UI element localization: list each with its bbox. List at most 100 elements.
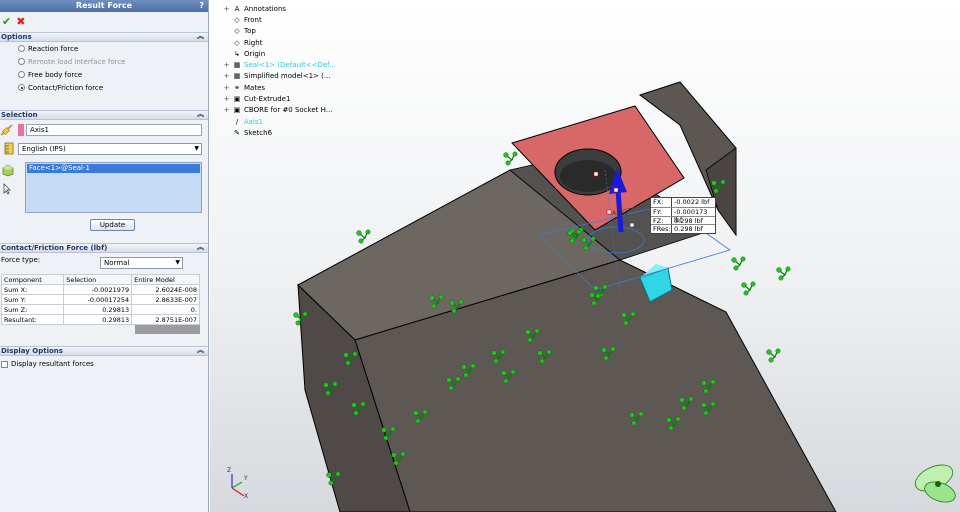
tree-item[interactable]: + ▣ Cut-Extrude1 <box>223 93 336 104</box>
option-radio-row[interactable]: Contact/Friction force <box>0 81 208 94</box>
expand-icon[interactable]: + <box>223 61 230 69</box>
entire-model-value-cell: 0. <box>131 304 200 315</box>
tree-item[interactable]: ✎ Sketch6 <box>223 127 336 138</box>
expand-icon[interactable]: + <box>223 84 230 92</box>
display-resultant-checkbox[interactable] <box>1 360 8 368</box>
handle-square[interactable] <box>593 171 599 177</box>
tree-item-label: Right <box>244 38 263 47</box>
feature-icon: ⚭ <box>234 83 240 92</box>
feature-icon: A <box>234 4 240 13</box>
handle-square[interactable] <box>613 187 619 193</box>
tree-item[interactable]: ↳ Origin <box>223 48 336 59</box>
selection-value-cell: 0.29813 <box>63 314 133 325</box>
tree-item-label: CBORE for #0 Socket H... <box>244 106 333 115</box>
triad-y-label: Y <box>243 475 248 482</box>
fixture-arrow-icon <box>503 151 518 166</box>
callout-row: FY: -0.000173 lbf <box>651 206 715 224</box>
option-radio[interactable] <box>18 71 25 78</box>
expand-icon[interactable]: + <box>223 106 230 114</box>
table-row: Sum Y: -0.00017254 2.8633E-007 <box>0 294 200 305</box>
units-select-value: English (IPS) <box>22 145 66 153</box>
feature-icon: ◇ <box>234 15 240 24</box>
chevron-up-icon[interactable]: ︽ <box>197 32 204 41</box>
expand-icon[interactable]: + <box>223 95 230 103</box>
panel-title-bar: Result Force ? <box>0 0 208 12</box>
force-callout: FX: -0.0022 lbf FY: -0.000173 lbf FZ: 0.298 l… <box>650 197 716 235</box>
table-row: Resultant: 0.29813 2.8751E-007 <box>0 314 200 325</box>
entire-model-value-cell: 2.8751E-007 <box>131 314 200 325</box>
seal-hole-inner <box>560 160 616 192</box>
selected-faces-list[interactable]: Face<1>@Seal-1 <box>25 162 202 213</box>
tree-item-label: Front <box>244 15 262 24</box>
tree-item-label: Cut-Extrude1 <box>244 95 291 104</box>
callout-key: FZ: <box>653 216 664 225</box>
option-radio[interactable] <box>18 84 25 91</box>
chevron-down-icon: ▼ <box>175 259 180 266</box>
face-list-item[interactable]: Face<1>@Seal-1 <box>27 164 200 173</box>
tree-item[interactable]: + ▣ CBORE for #0 Socket H... <box>223 105 336 116</box>
options-header-label: Options <box>1 33 32 41</box>
axis-field[interactable]: Axis1 <box>26 124 202 136</box>
panel-title: Result Force <box>75 1 133 10</box>
triad-x-axis <box>231 487 245 497</box>
display-resultant-label: Display resultant forces <box>11 360 94 368</box>
feature-icon: ◇ <box>234 27 240 36</box>
tree-item[interactable]: + ▦ Seal<1> (Default<<Def... <box>223 59 336 70</box>
tree-item[interactable]: / Axis1 <box>223 116 336 127</box>
tree-item[interactable]: ◇ Top <box>223 26 336 37</box>
force-type-select[interactable]: Normal ▼ <box>100 257 183 269</box>
handle-square[interactable] <box>629 222 635 228</box>
feature-icon: ▣ <box>233 95 241 104</box>
triad-y-axis <box>231 481 243 489</box>
selection-group-header[interactable]: Selection ︽ <box>0 110 208 120</box>
component-cell: Sum X: <box>0 284 65 295</box>
units-select[interactable]: English (IPS) ▼ <box>18 143 202 155</box>
option-label: Remote load interface force <box>28 57 126 66</box>
tree-item-label: Mates <box>244 83 266 92</box>
entire-model-value-cell: 2.6024E-008 <box>131 284 200 295</box>
display-resultant-row[interactable]: Display resultant forces <box>1 360 94 368</box>
callout-value: -0.0022 lbf <box>671 198 715 207</box>
graphics-viewport[interactable]: Z Y X Axis1 + A Annotations ◇ Front ◇ Top ◇ Righ… <box>210 0 960 512</box>
update-button[interactable]: Update <box>90 219 135 231</box>
feature-tree: + A Annotations ◇ Front ◇ Top ◇ Right ↳ Origin + ▦ Se… <box>223 3 336 139</box>
chevron-up-icon[interactable]: ︽ <box>197 346 204 355</box>
feature-icon: ◇ <box>234 38 240 47</box>
feature-icon: ▣ <box>233 106 241 115</box>
fixture-arrow-icon <box>356 229 371 244</box>
expand-icon[interactable]: + <box>223 72 230 80</box>
selection-value-cell: 0.29813 <box>63 304 133 315</box>
tree-item[interactable]: + ⚭ Mates <box>223 82 336 93</box>
tree-item[interactable]: ◇ Right <box>223 37 336 48</box>
chevron-up-icon[interactable]: ︽ <box>197 110 204 119</box>
option-radio[interactable] <box>18 45 25 52</box>
callout-value: 0.298 lbf <box>671 216 715 225</box>
x-icon[interactable]: ✖ <box>16 15 25 32</box>
component-cell: Sum Z: <box>0 304 65 315</box>
contact-header-label: Contact/Friction Force (lbf) <box>1 244 108 252</box>
feature-icon: ▦ <box>233 61 241 70</box>
tree-item[interactable]: ◇ Front <box>223 14 336 25</box>
expand-icon[interactable]: + <box>223 5 230 13</box>
contact-group-header[interactable]: Contact/Friction Force (lbf) ︽ <box>0 243 208 253</box>
tree-item[interactable]: + A Annotations <box>223 3 336 14</box>
feature-icon: ✎ <box>234 128 240 137</box>
option-radio-row[interactable]: Free body force <box>0 68 208 81</box>
tree-item-label: Axis1 <box>244 117 263 126</box>
help-icon[interactable]: ? <box>199 0 204 12</box>
option-radio <box>18 58 25 65</box>
check-icon[interactable]: ✔ <box>2 15 11 32</box>
option-radio-row[interactable]: Reaction force <box>0 42 208 55</box>
property-manager: Result Force ? ✔ ✖ Options ︽ Reaction fo… <box>0 0 209 512</box>
tree-item-label: Sketch6 <box>244 128 273 137</box>
options-group-header[interactable]: Options ︽ <box>0 32 208 42</box>
handle-square[interactable] <box>606 209 612 215</box>
chevron-up-icon[interactable]: ︽ <box>197 243 204 252</box>
tree-item-label: Simplified model<1> (... <box>244 72 331 81</box>
fixture-arrow-icon <box>741 281 756 296</box>
table-row: Sum X: -0.0021979 2.6024E-008 <box>0 284 200 295</box>
display-group-header[interactable]: Display Options ︽ <box>0 346 208 356</box>
feature-icon: ↳ <box>234 49 240 58</box>
view-orientation-icon[interactable] <box>911 460 958 506</box>
tree-item[interactable]: + ▦ Simplified model<1> (... <box>223 71 336 82</box>
